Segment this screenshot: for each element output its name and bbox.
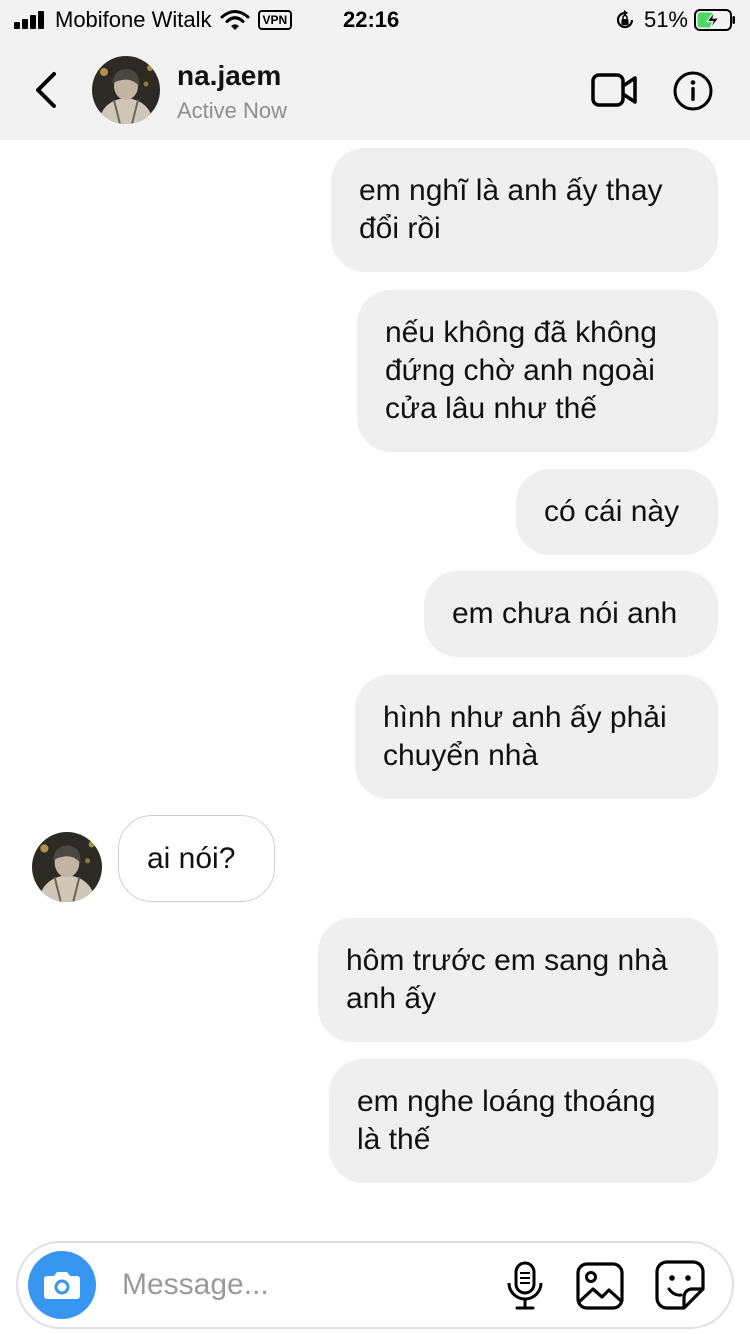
- message-bubble-outgoing[interactable]: em chưa nói anh: [424, 571, 718, 657]
- video-call-icon: [591, 73, 637, 107]
- message-bubble-outgoing[interactable]: em nghĩ là anh ấy thay đổi rồi: [331, 148, 718, 272]
- sticker-button[interactable]: [654, 1259, 706, 1311]
- sender-avatar[interactable]: [32, 832, 102, 902]
- wifi-icon: [220, 9, 250, 31]
- camera-icon: [44, 1272, 80, 1299]
- message-composer: [16, 1241, 734, 1329]
- back-icon: [36, 72, 56, 108]
- message-bubble-outgoing[interactable]: có cái này: [516, 469, 718, 555]
- info-icon: [673, 71, 713, 111]
- message-input[interactable]: [122, 1261, 482, 1309]
- message-bubble-incoming[interactable]: ai nói?: [118, 815, 275, 902]
- orientation-lock-icon: [614, 9, 636, 31]
- battery-charging-icon: [694, 9, 736, 31]
- chat-header: na.jaem Active Now: [0, 40, 750, 140]
- message-bubble-outgoing[interactable]: hôm trước em sang nhà anh ấy: [318, 918, 718, 1042]
- battery-percent: 51%: [643, 7, 688, 32]
- message-bubble-outgoing[interactable]: nếu không đã không đứng chờ anh ngoài cử…: [357, 290, 718, 452]
- status-right: 51%: [614, 6, 736, 34]
- microphone-button[interactable]: [504, 1261, 546, 1311]
- status-left: Mobifone Witalk VPN: [14, 6, 293, 34]
- gallery-icon: [576, 1262, 624, 1310]
- video-call-button[interactable]: [590, 70, 638, 110]
- active-status: Active Now: [177, 98, 288, 123]
- gallery-button[interactable]: [574, 1261, 626, 1311]
- microphone-icon: [507, 1261, 543, 1310]
- vpn-icon: VPN: [257, 10, 293, 30]
- carrier-name: Mobifone Witalk: [55, 7, 212, 32]
- info-button[interactable]: [672, 70, 714, 112]
- sticker-icon: [655, 1260, 705, 1310]
- status-bar: Mobifone Witalk VPN 22:16 51%: [0, 0, 750, 40]
- contact-avatar[interactable]: [92, 56, 160, 124]
- camera-button[interactable]: [28, 1251, 96, 1319]
- status-time: 22:16: [343, 7, 400, 32]
- signal-icon: [14, 11, 46, 29]
- message-bubble-outgoing[interactable]: hình như anh ấy phải chuyển nhà: [355, 675, 718, 799]
- contact-username[interactable]: na.jaem: [177, 60, 281, 92]
- message-bubble-outgoing[interactable]: em nghe loáng thoáng là thế: [329, 1059, 718, 1183]
- back-button[interactable]: [26, 68, 66, 112]
